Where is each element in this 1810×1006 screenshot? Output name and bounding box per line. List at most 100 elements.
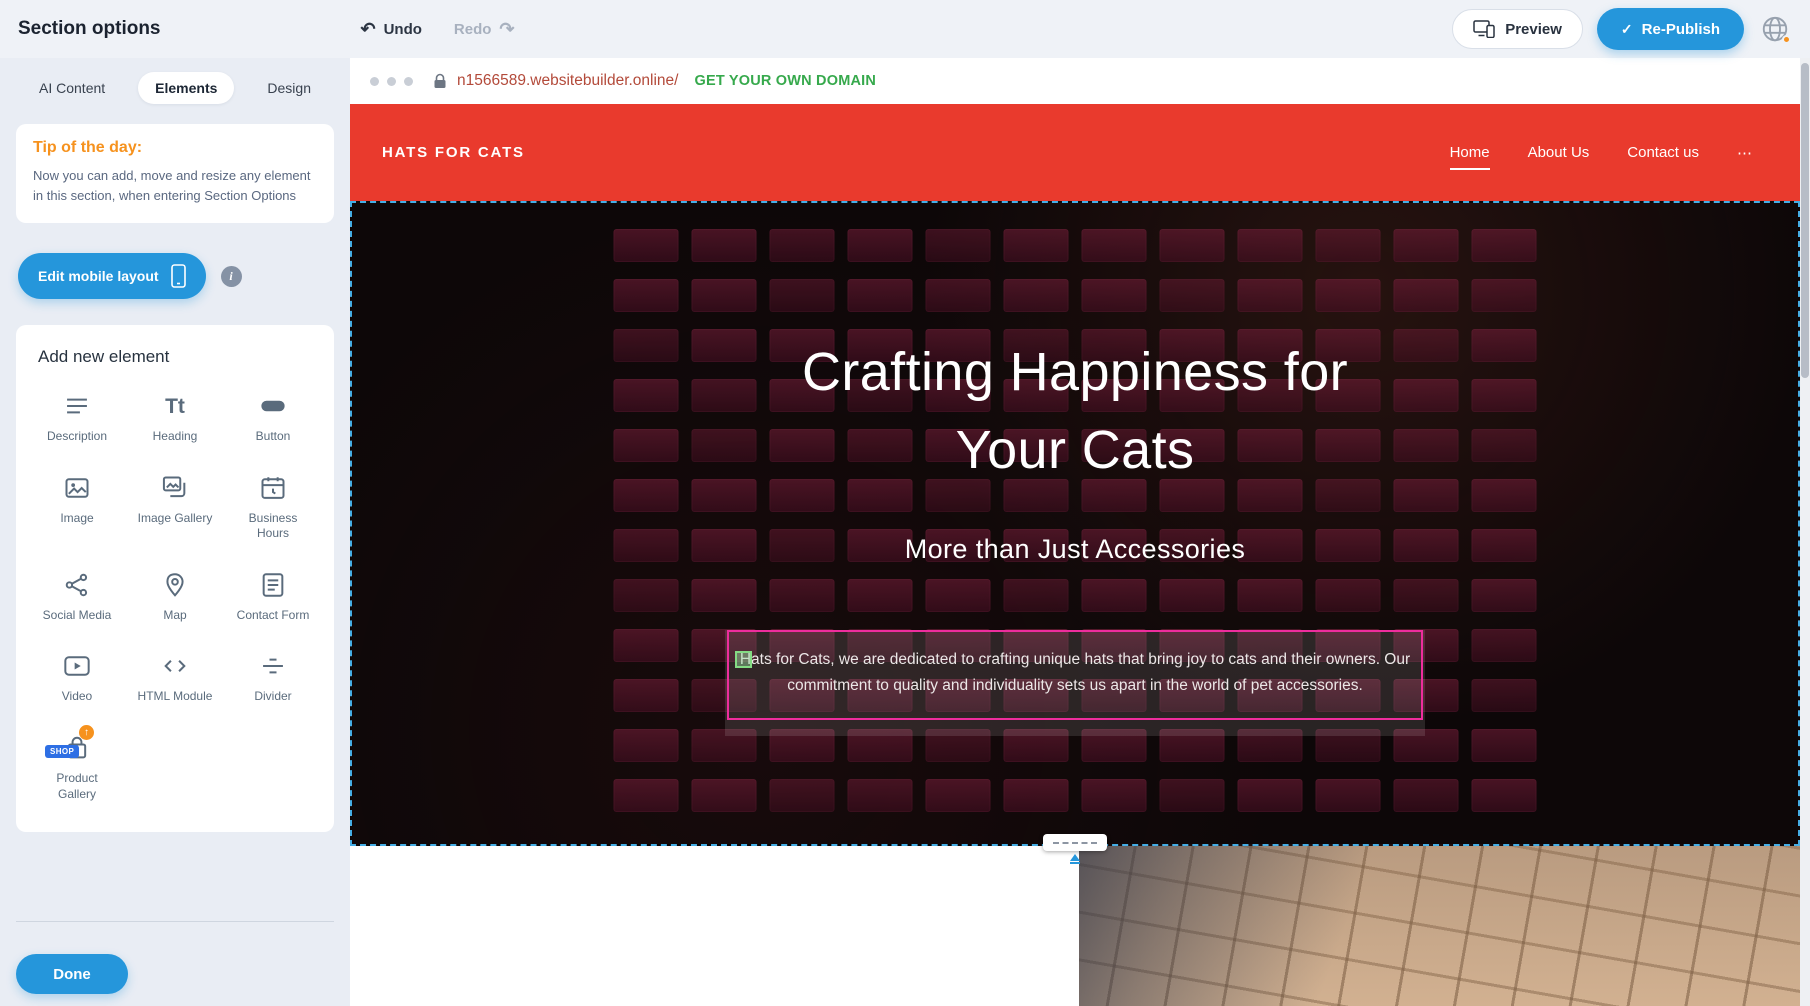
window-dot bbox=[387, 77, 396, 86]
site-logo[interactable]: HATS FOR CATS bbox=[382, 144, 525, 161]
hero-tile bbox=[1004, 579, 1069, 612]
premium-badge-icon: ↑ bbox=[79, 725, 94, 740]
language-globe-button[interactable] bbox=[1758, 12, 1792, 46]
window-dot bbox=[404, 77, 413, 86]
contact-form-icon bbox=[259, 570, 287, 600]
hero-section-selected[interactable]: Crafting Happiness for Your Cats More th… bbox=[350, 201, 1800, 846]
page-title: Section options bbox=[18, 18, 161, 40]
hero-tile bbox=[692, 779, 757, 812]
section-resize-handle[interactable] bbox=[1043, 834, 1107, 864]
next-section-white-area[interactable] bbox=[350, 846, 1079, 1006]
hero-subheading[interactable]: More than Just Accessories bbox=[905, 534, 1246, 565]
element-business-hours[interactable]: Business Hours bbox=[224, 473, 322, 542]
hero-tile bbox=[1160, 579, 1225, 612]
nav-home[interactable]: Home bbox=[1450, 144, 1490, 161]
tab-elements[interactable]: Elements bbox=[138, 72, 234, 104]
hero-tile bbox=[1394, 579, 1459, 612]
element-button[interactable]: Button bbox=[224, 391, 322, 445]
element-social-media[interactable]: Social Media bbox=[28, 570, 126, 624]
drag-handle[interactable] bbox=[735, 651, 752, 668]
window-dot bbox=[370, 77, 379, 86]
element-grid: Description Tt Heading Button bbox=[28, 391, 322, 802]
hero-tile bbox=[926, 279, 991, 312]
nav-about-us[interactable]: About Us bbox=[1528, 144, 1590, 161]
hero-tile bbox=[848, 279, 913, 312]
browser-bar: n1566589.websitebuilder.online/ GET YOUR… bbox=[350, 58, 1800, 104]
image-icon bbox=[63, 473, 91, 503]
hero-tile bbox=[614, 579, 679, 612]
window-dots bbox=[370, 77, 413, 86]
page-scrollbar[interactable] bbox=[1800, 58, 1810, 1006]
video-icon bbox=[63, 651, 91, 681]
redo-icon: ↷ bbox=[499, 20, 514, 38]
add-element-panel: Add new element Description Tt Heading bbox=[16, 325, 334, 832]
republish-button[interactable]: ✓ Re-Publish bbox=[1597, 8, 1744, 50]
hero-tile bbox=[1394, 229, 1459, 262]
hero-tile bbox=[1160, 279, 1225, 312]
scrollbar-thumb[interactable] bbox=[1801, 63, 1809, 378]
hero-tile bbox=[926, 229, 991, 262]
check-icon: ✓ bbox=[1621, 21, 1633, 38]
hero-tile bbox=[1160, 229, 1225, 262]
hero-tile bbox=[692, 579, 757, 612]
mobile-layout-row: Edit mobile layout i bbox=[16, 253, 334, 299]
preview-button[interactable]: Preview bbox=[1452, 9, 1583, 49]
divider-icon bbox=[259, 651, 287, 681]
main-content: AI Content Elements Design Tip of the da… bbox=[0, 58, 1810, 1006]
get-domain-link[interactable]: GET YOUR OWN DOMAIN bbox=[694, 73, 876, 89]
hero-paragraph[interactable]: Hats for Cats, we are dedicated to craft… bbox=[729, 632, 1421, 714]
element-contact-form[interactable]: Contact Form bbox=[224, 570, 322, 624]
topbar: Section options ↶ Undo Redo ↷ P bbox=[0, 0, 1810, 58]
site-header[interactable]: HATS FOR CATS Home About Us Contact us ⋯ bbox=[350, 104, 1800, 201]
element-video[interactable]: Video bbox=[28, 651, 126, 705]
selected-text-element[interactable]: Hats for Cats, we are dedicated to craft… bbox=[727, 630, 1423, 720]
hero-tile bbox=[1082, 779, 1147, 812]
nav-contact-us[interactable]: Contact us bbox=[1627, 144, 1699, 161]
preview-label: Preview bbox=[1505, 21, 1562, 38]
site-url: n1566589.websitebuilder.online/ bbox=[457, 72, 678, 90]
nav-more-icon[interactable]: ⋯ bbox=[1737, 144, 1752, 162]
shop-badge: SHOP bbox=[45, 745, 79, 758]
resize-arrow-up-icon bbox=[1070, 854, 1080, 861]
site-nav: Home About Us Contact us ⋯ bbox=[1450, 144, 1768, 162]
hero-heading-line2[interactable]: Your Cats bbox=[956, 411, 1195, 489]
edit-mobile-label: Edit mobile layout bbox=[38, 268, 159, 284]
section-options-sidebar: AI Content Elements Design Tip of the da… bbox=[0, 58, 350, 1006]
topbar-actions: Preview ✓ Re-Publish bbox=[1452, 8, 1792, 50]
hero-tile bbox=[1004, 279, 1069, 312]
resize-pill[interactable] bbox=[1043, 834, 1107, 851]
element-description[interactable]: Description bbox=[28, 391, 126, 445]
hero-heading-line1[interactable]: Crafting Happiness for bbox=[802, 333, 1348, 411]
product-gallery-icon: ↑ SHOP bbox=[63, 733, 91, 763]
edit-mobile-layout-button[interactable]: Edit mobile layout bbox=[18, 253, 206, 299]
info-icon[interactable]: i bbox=[221, 266, 242, 287]
hero-tile bbox=[770, 579, 835, 612]
app-root: Section options ↶ Undo Redo ↷ P bbox=[0, 0, 1810, 1006]
element-heading[interactable]: Tt Heading bbox=[126, 391, 224, 445]
undo-redo-group: ↶ Undo Redo ↷ bbox=[361, 20, 515, 38]
hero-tile bbox=[1472, 779, 1537, 812]
element-html-module[interactable]: HTML Module bbox=[126, 651, 224, 705]
hero-tile bbox=[770, 279, 835, 312]
element-product-gallery[interactable]: ↑ SHOP Product Gallery bbox=[28, 733, 126, 802]
element-image[interactable]: Image bbox=[28, 473, 126, 542]
tab-design[interactable]: Design bbox=[250, 72, 328, 104]
hero-tile bbox=[1472, 629, 1537, 662]
next-section-photo[interactable] bbox=[1079, 846, 1800, 1006]
element-image-gallery[interactable]: Image Gallery bbox=[126, 473, 224, 542]
done-button[interactable]: Done bbox=[16, 954, 128, 994]
redo-button[interactable]: Redo ↷ bbox=[454, 20, 515, 38]
tab-ai-content[interactable]: AI Content bbox=[22, 72, 122, 104]
button-icon bbox=[259, 391, 287, 421]
notification-dot bbox=[1782, 35, 1791, 44]
hero-tile bbox=[1082, 579, 1147, 612]
preview-canvas: n1566589.websitebuilder.online/ GET YOUR… bbox=[350, 58, 1800, 1006]
sidebar-divider bbox=[16, 921, 334, 922]
social-media-icon bbox=[63, 570, 91, 600]
html-module-icon bbox=[161, 651, 189, 681]
hero-tile bbox=[848, 579, 913, 612]
undo-button[interactable]: ↶ Undo bbox=[361, 20, 422, 38]
hero-tile bbox=[1472, 729, 1537, 762]
element-map[interactable]: Map bbox=[126, 570, 224, 624]
element-divider[interactable]: Divider bbox=[224, 651, 322, 705]
